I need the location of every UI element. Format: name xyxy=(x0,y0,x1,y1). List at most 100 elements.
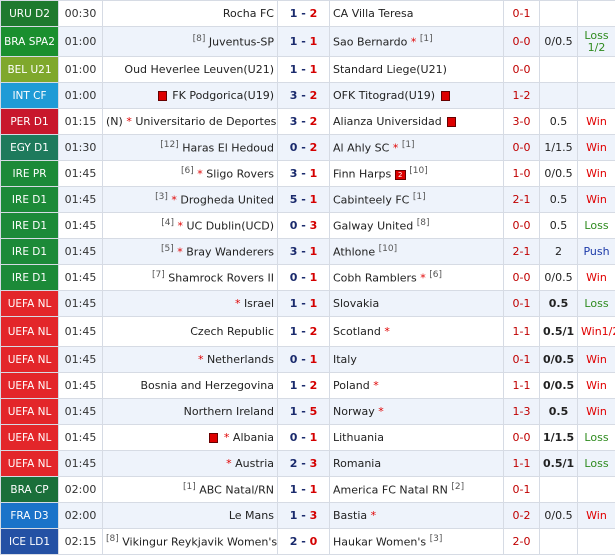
table-row[interactable]: IRE D101:45[5] * Bray Wanderers3 - 1Athl… xyxy=(1,239,615,265)
away-team-cell[interactable]: Cabinteely FC [1] xyxy=(330,187,504,213)
league-badge[interactable]: UEFA NL xyxy=(1,425,59,451)
league-badge[interactable]: BRA CP xyxy=(1,477,59,503)
score-cell[interactable]: 1 - 5 xyxy=(278,399,330,425)
home-team-cell[interactable]: Oud Heverlee Leuven(U21) xyxy=(103,57,278,83)
home-team-cell[interactable]: [7] Shamrock Rovers II xyxy=(103,265,278,291)
away-team-cell[interactable]: America FC Natal RN [2] xyxy=(330,477,504,503)
score-cell[interactable]: 1 - 3 xyxy=(278,503,330,529)
home-team-cell[interactable]: Rocha FC xyxy=(103,1,278,27)
score-cell[interactable]: 0 - 3 xyxy=(278,213,330,239)
away-team-name[interactable]: Cabinteely FC xyxy=(333,194,409,207)
league-badge[interactable]: UEFA NL xyxy=(1,317,59,347)
away-team-name[interactable]: Haukar Women's xyxy=(333,536,426,549)
table-row[interactable]: FRA D302:00 Le Mans1 - 3Bastia *0-20/0.5… xyxy=(1,503,615,529)
away-team-name[interactable]: Scotland xyxy=(333,325,381,338)
away-team-cell[interactable]: CA Villa Teresa xyxy=(330,1,504,27)
league-badge[interactable]: EGY D1 xyxy=(1,135,59,161)
league-badge[interactable]: ICE LD1 xyxy=(1,529,59,555)
away-team-name[interactable]: CA Villa Teresa xyxy=(333,7,414,20)
home-team-cell[interactable]: Bosnia and Herzegovina xyxy=(103,373,278,399)
home-team-cell[interactable]: * Albania xyxy=(103,425,278,451)
score-cell[interactable]: 5 - 1 xyxy=(278,187,330,213)
away-team-cell[interactable]: Athlone [10] xyxy=(330,239,504,265)
away-team-name[interactable]: Alianza Universidad xyxy=(333,115,442,128)
home-team-cell[interactable]: (N) * Universitario de Deportes xyxy=(103,109,278,135)
home-team-cell[interactable]: [6] * Sligo Rovers xyxy=(103,161,278,187)
league-badge[interactable]: FRA D3 xyxy=(1,503,59,529)
score-cell[interactable]: 3 - 1 xyxy=(278,239,330,265)
away-team-name[interactable]: Sao Bernardo xyxy=(333,36,407,49)
table-row[interactable]: ICE LD102:15[8] Vikingur Reykjavik Women… xyxy=(1,529,615,555)
home-team-name[interactable]: Oud Heverlee Leuven(U21) xyxy=(124,63,274,76)
away-team-cell[interactable]: Scotland * xyxy=(330,317,504,347)
table-row[interactable]: BRA SPA201:00[8] Juventus-SP1 - 1Sao Ber… xyxy=(1,27,615,57)
away-team-name[interactable]: OFK Titograd(U19) xyxy=(333,89,435,102)
table-row[interactable]: IRE D101:45[4] * UC Dublin(UCD)0 - 3Galw… xyxy=(1,213,615,239)
score-cell[interactable]: 0 - 2 xyxy=(278,135,330,161)
away-team-cell[interactable]: Italy xyxy=(330,347,504,373)
league-badge[interactable]: INT CF xyxy=(1,83,59,109)
away-team-name[interactable]: Bastia xyxy=(333,509,367,522)
away-team-cell[interactable]: Lithuania xyxy=(330,425,504,451)
away-team-cell[interactable]: Romania xyxy=(330,451,504,477)
score-cell[interactable]: 0 - 1 xyxy=(278,425,330,451)
league-badge[interactable]: IRE D1 xyxy=(1,239,59,265)
score-cell[interactable]: 3 - 2 xyxy=(278,83,330,109)
away-team-cell[interactable]: Poland * xyxy=(330,373,504,399)
away-team-cell[interactable]: OFK Titograd(U19) xyxy=(330,83,504,109)
league-badge[interactable]: UEFA NL xyxy=(1,291,59,317)
home-team-name[interactable]: Sligo Rovers xyxy=(206,168,274,181)
table-row[interactable]: UEFA NL01:45 * Austria2 - 3Romania1-10.5… xyxy=(1,451,615,477)
league-badge[interactable]: BRA SPA2 xyxy=(1,27,59,57)
table-row[interactable]: UEFA NL01:45 * Netherlands0 - 1Italy0-10… xyxy=(1,347,615,373)
home-team-name[interactable]: UC Dublin(UCD) xyxy=(186,220,274,233)
home-team-cell[interactable]: FK Podgorica(U19) xyxy=(103,83,278,109)
home-team-name[interactable]: Shamrock Rovers II xyxy=(168,272,274,285)
league-badge[interactable]: IRE D1 xyxy=(1,213,59,239)
away-team-cell[interactable]: Sao Bernardo * [1] xyxy=(330,27,504,57)
away-team-name[interactable]: Slovakia xyxy=(333,297,379,310)
table-row[interactable]: BEL U2101:00 Oud Heverlee Leuven(U21)1 -… xyxy=(1,57,615,83)
home-team-cell[interactable]: [5] * Bray Wanderers xyxy=(103,239,278,265)
table-row[interactable]: INT CF01:00 FK Podgorica(U19)3 - 2OFK Ti… xyxy=(1,83,615,109)
away-team-cell[interactable]: Al Ahly SC * [1] xyxy=(330,135,504,161)
table-row[interactable]: UEFA NL01:45 Czech Republic1 - 2Scotland… xyxy=(1,317,615,347)
away-team-cell[interactable]: Standard Liege(U21) xyxy=(330,57,504,83)
table-row[interactable]: IRE PR01:45[6] * Sligo Rovers3 - 1Finn H… xyxy=(1,161,615,187)
table-row[interactable]: UEFA NL01:45 * Albania0 - 1Lithuania0-01… xyxy=(1,425,615,451)
home-team-name[interactable]: Czech Republic xyxy=(190,325,274,338)
home-team-name[interactable]: Bosnia and Herzegovina xyxy=(140,379,274,392)
home-team-name[interactable]: Le Mans xyxy=(229,509,274,522)
table-row[interactable]: UEFA NL01:45 Northern Ireland1 - 5Norway… xyxy=(1,399,615,425)
home-team-name[interactable]: Israel xyxy=(244,297,274,310)
home-team-name[interactable]: Universitario de Deportes xyxy=(135,115,276,128)
league-badge[interactable]: UEFA NL xyxy=(1,347,59,373)
away-team-name[interactable]: America FC Natal RN xyxy=(333,484,448,497)
away-team-name[interactable]: Standard Liege(U21) xyxy=(333,63,447,76)
home-team-cell[interactable]: Northern Ireland xyxy=(103,399,278,425)
home-team-name[interactable]: FK Podgorica(U19) xyxy=(172,89,274,102)
away-team-cell[interactable]: Alianza Universidad xyxy=(330,109,504,135)
league-badge[interactable]: UEFA NL xyxy=(1,399,59,425)
away-team-name[interactable]: Athlone xyxy=(333,246,375,259)
home-team-name[interactable]: Vikingur Reykjavik Women's xyxy=(122,536,277,549)
home-team-cell[interactable]: [8] Vikingur Reykjavik Women's xyxy=(103,529,278,555)
score-cell[interactable]: 1 - 2 xyxy=(278,317,330,347)
table-row[interactable]: IRE D101:45[7] Shamrock Rovers II0 - 1Co… xyxy=(1,265,615,291)
score-cell[interactable]: 3 - 2 xyxy=(278,109,330,135)
home-team-cell[interactable]: [4] * UC Dublin(UCD) xyxy=(103,213,278,239)
home-team-name[interactable]: Drogheda United xyxy=(180,194,274,207)
league-badge[interactable]: IRE D1 xyxy=(1,187,59,213)
table-row[interactable]: BRA CP02:00[1] ABC Natal/RN1 - 1America … xyxy=(1,477,615,503)
home-team-cell[interactable]: * Austria xyxy=(103,451,278,477)
home-team-name[interactable]: Austria xyxy=(235,457,274,470)
away-team-cell[interactable]: Cobh Ramblers * [6] xyxy=(330,265,504,291)
score-cell[interactable]: 0 - 1 xyxy=(278,347,330,373)
away-team-name[interactable]: Norway xyxy=(333,405,375,418)
away-team-name[interactable]: Poland xyxy=(333,379,370,392)
away-team-name[interactable]: Romania xyxy=(333,457,381,470)
away-team-cell[interactable]: Slovakia xyxy=(330,291,504,317)
league-badge[interactable]: BEL U21 xyxy=(1,57,59,83)
score-cell[interactable]: 1 - 2 xyxy=(278,373,330,399)
league-badge[interactable]: UEFA NL xyxy=(1,451,59,477)
